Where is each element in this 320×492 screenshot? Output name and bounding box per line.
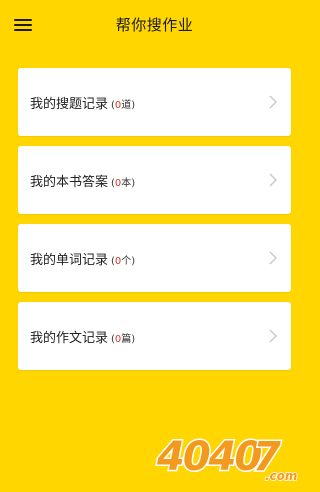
card-label: 我的作文记录 (0篇) xyxy=(30,327,135,346)
card-title: 我的搜题记录 xyxy=(30,97,109,112)
svg-text:.com: .com xyxy=(265,469,297,483)
record-count: (0个) xyxy=(111,256,136,267)
card-title: 我的本书答案 xyxy=(30,175,109,190)
card-title: 我的单词记录 xyxy=(30,253,109,268)
chevron-right-icon xyxy=(269,95,277,109)
card-label: 我的单词记录 (0个) xyxy=(30,249,135,268)
record-count: (0道) xyxy=(111,100,136,111)
record-count: (0本) xyxy=(111,178,136,189)
svg-text:4040: 4040 xyxy=(156,434,261,480)
chevron-right-icon xyxy=(269,173,277,187)
top-bar: 帮你搜作业 xyxy=(0,0,309,52)
card-label: 我的搜题记录 (0道) xyxy=(30,93,135,112)
essay-history-card[interactable]: 我的作文记录 (0篇) xyxy=(18,302,291,370)
chevron-right-icon xyxy=(269,251,277,265)
chevron-right-icon xyxy=(269,329,277,343)
search-history-card[interactable]: 我的搜题记录 (0道) xyxy=(18,68,291,136)
page-title: 帮你搜作业 xyxy=(115,16,194,34)
record-count: (0篇) xyxy=(111,334,136,345)
card-title: 我的作文记录 xyxy=(30,331,109,346)
card-label: 我的本书答案 (0本) xyxy=(30,171,135,190)
word-history-card[interactable]: 我的单词记录 (0个) xyxy=(18,224,291,292)
book-answers-card[interactable]: 我的本书答案 (0本) xyxy=(18,146,291,214)
watermark-logo: 4040 7 .com xyxy=(155,433,299,484)
